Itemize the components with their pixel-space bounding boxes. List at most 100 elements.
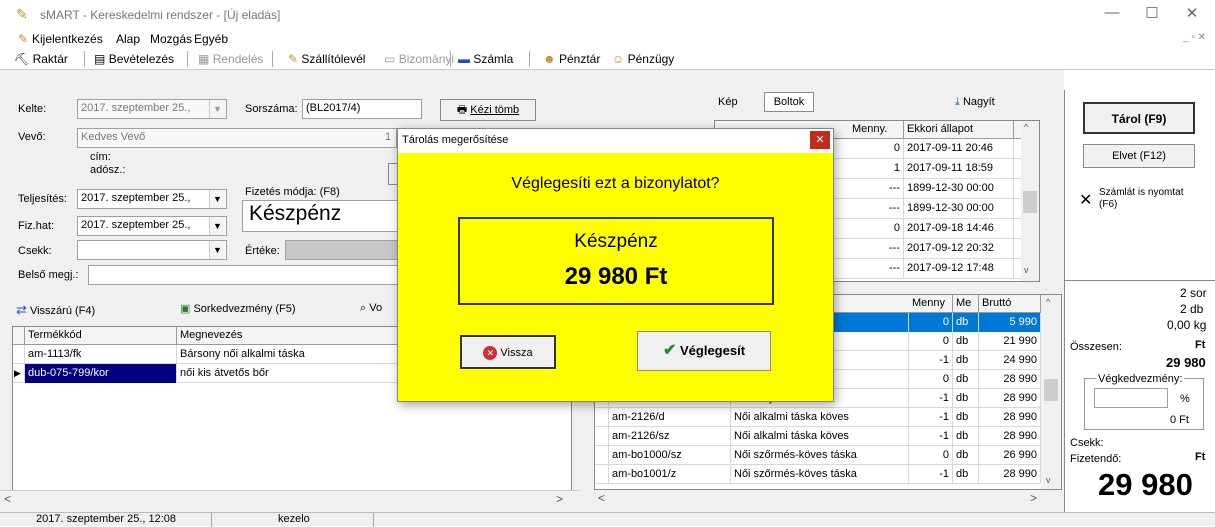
szamlat-toggle-icon[interactable]: ✕ <box>1079 190 1092 210</box>
csekk-label: Csekk: <box>18 245 52 257</box>
cart-hscrollbar[interactable]: < > <box>0 490 580 508</box>
menu-egyeb[interactable]: Egyéb <box>194 32 228 46</box>
product-name: Női alkalmi táska köves <box>731 427 909 446</box>
rendeles-button[interactable]: ▦ Rendelés <box>198 52 263 66</box>
raktar-icon: ⛏ <box>14 52 30 66</box>
boltok-button[interactable]: Boltok <box>764 92 814 112</box>
product-row[interactable]: am-bo1001/z Női szőrmés-köves táska -1 db 28… <box>595 465 1041 484</box>
belso-megj-field[interactable] <box>88 265 402 285</box>
dialog-back-button[interactable]: ✕ Vissza <box>460 335 556 369</box>
fizhat-dropdown-icon[interactable]: ▼ <box>209 217 225 235</box>
mdi-minimize-icon[interactable]: _ ▫ ✕ <box>1183 32 1206 43</box>
teljesites-field[interactable]: 2017. szeptember 25., <box>77 189 227 209</box>
product-name: Női szőrmés-köves táska <box>731 465 909 484</box>
minimize-button[interactable]: — <box>1098 4 1126 26</box>
sorkedvezmeny-icon: ▣ <box>180 303 191 315</box>
erteke-field[interactable] <box>285 240 402 260</box>
fizetendo-unit: Ft <box>1195 451 1206 463</box>
product-vscrollbar[interactable]: ^ v <box>1041 295 1061 489</box>
kelte-label: Kelte: <box>18 103 47 115</box>
dialog-title: Tárolás megerősítése <box>402 134 509 146</box>
confirm-dialog: Tárolás megerősítése ✕ Véglegesíti ezt a… <box>397 128 834 402</box>
fizhat-field[interactable]: 2017. szeptember 25., <box>77 216 227 236</box>
elvet-button[interactable]: Elvet (F12) <box>1083 144 1195 168</box>
menu-bar: ✎ Kijelentkezés Alap Mozgás Egyéb _ ▫ ✕ <box>0 28 1215 48</box>
fizetes-modja-field[interactable]: Készpénz <box>242 200 402 232</box>
product-me: db <box>953 427 979 446</box>
history-date: 2017-09-18 14:46 <box>904 219 1014 238</box>
status-user: kezelo <box>218 513 374 527</box>
dialog-close-button[interactable]: ✕ <box>810 131 830 149</box>
product-col-brutto[interactable]: Bruttó <box>979 295 1041 314</box>
szallitolevel-button[interactable]: ✎ Szállítólevél <box>288 52 365 66</box>
vo-button[interactable]: ⌕ Vo <box>360 302 382 315</box>
product-code: am-bo1001/z <box>609 465 731 484</box>
penztar-button[interactable]: ☻ Pénztár <box>543 52 600 66</box>
history-col-allapot[interactable]: Ekkori állapot <box>904 121 1014 140</box>
history-col-menny[interactable]: Menny. <box>849 121 904 140</box>
nagyit-button[interactable]: ⤓ Nagyít <box>955 96 995 109</box>
teljesites-dropdown-icon[interactable]: ▼ <box>209 190 225 208</box>
penztar-icon: ☻ <box>543 52 556 66</box>
fizetes-modja-label: Fizetés módja: (F8) <box>245 186 340 198</box>
menu-kijelentkezes[interactable]: Kijelentkezés <box>32 32 103 46</box>
product-name: Női alkalmi táska köves <box>731 408 909 427</box>
csekk-field[interactable] <box>77 240 227 260</box>
product-row[interactable]: am-bo1000/sz Női szőrmés-köves táska 0 db 26… <box>595 446 1041 465</box>
product-row[interactable]: am-2126/sz Női alkalmi táska köves -1 db 28 … <box>595 427 1041 446</box>
szamlat-nyomtat-label[interactable]: Számlát is nyomtat (F6) <box>1099 187 1189 211</box>
osszesen-value: 29 980 <box>1166 355 1206 370</box>
dialog-confirm-button[interactable]: ✔ Véglegesít <box>637 331 771 371</box>
adosz-label: adósz.: <box>90 164 126 176</box>
product-brutto: 28 990 <box>979 370 1041 389</box>
osszesen-unit: Ft <box>1195 339 1206 351</box>
product-menny: 0 <box>909 446 953 465</box>
kezi-tomb-button[interactable]: 🖶 Kézi tömb <box>440 99 536 121</box>
product-hscrollbar[interactable]: < > <box>594 490 1042 508</box>
history-menny: --- <box>849 179 904 198</box>
history-menny: 0 <box>849 139 904 158</box>
product-brutto: 28 990 <box>979 389 1041 408</box>
sorkedvezmeny-button[interactable]: ▣ Sorkedvezmény (F5) <box>180 302 296 315</box>
product-row[interactable]: am-2126/d Női alkalmi táska köves -1 db 28 9… <box>595 408 1041 427</box>
erteke-label: Értéke: <box>245 245 280 257</box>
title-bar: ✎ sMART - Kereskedelmi rendszer - [Új el… <box>0 0 1215 28</box>
vevo-field[interactable]: Kedves Vevő <box>77 128 397 148</box>
kelte-field[interactable]: 2017. szeptember 25., <box>77 99 227 119</box>
summary-db: 2 db <box>1180 302 1204 316</box>
bevetelezes-button[interactable]: ▤ Bevételezés <box>94 52 174 66</box>
checkmark-icon: ✔ <box>662 342 677 359</box>
tarol-button[interactable]: Tárol (F9) <box>1083 102 1195 134</box>
main-toolbar: ⛏ Raktár ▤ Bevételezés ▦ Rendelés ✎ Szál… <box>0 48 1215 70</box>
history-menny: --- <box>849 259 904 278</box>
product-col-menny[interactable]: Menny <box>909 295 953 314</box>
kep-tab[interactable]: Kép <box>718 96 738 108</box>
sorszama-field[interactable]: (BL2017/4) <box>302 99 422 119</box>
row-indicator-icon <box>13 345 25 364</box>
fizetendo-label: Fizetendő: <box>1070 453 1122 465</box>
menu-alap[interactable]: Alap <box>116 32 140 46</box>
csekk-dropdown-icon[interactable]: ▼ <box>209 241 225 259</box>
menu-app-icon: ✎ <box>18 32 29 46</box>
history-menny: --- <box>849 199 904 218</box>
penzugy-button[interactable]: ☺ Pénzügy <box>612 52 674 66</box>
product-col-me[interactable]: Me <box>953 295 979 314</box>
menu-mozgas[interactable]: Mozgás <box>150 32 192 46</box>
cart-col-termekkod[interactable]: Termékkód <box>25 327 177 346</box>
product-name: Női szőrmés-köves táska <box>731 446 909 465</box>
vegkedvezmeny-field[interactable] <box>1094 388 1168 408</box>
kelte-dropdown-icon[interactable]: ▼ <box>209 100 225 118</box>
szamla-button[interactable]: ▬ Számla <box>458 52 513 66</box>
maximize-button[interactable]: ☐ <box>1138 4 1166 26</box>
product-brutto: 28 990 <box>979 465 1041 484</box>
history-scrollbar[interactable]: ^ v <box>1021 121 1039 281</box>
product-menny: -1 <box>909 351 953 370</box>
raktar-button[interactable]: ⛏ Raktár <box>14 52 68 66</box>
cim-label: cím: <box>90 151 111 163</box>
status-datetime: 2017. szeptember 25., 12:08 <box>22 513 212 527</box>
visszaru-button[interactable]: ⇄ Visszárú (F4) <box>16 302 95 318</box>
bizomanyi-button[interactable]: ▭ Bizományi <box>384 52 454 66</box>
vegkedvezmeny-ft: 0 Ft <box>1170 414 1189 426</box>
close-button[interactable]: ✕ <box>1178 4 1206 26</box>
vegkedvezmeny-label: Végkedvezmény: <box>1096 373 1185 385</box>
